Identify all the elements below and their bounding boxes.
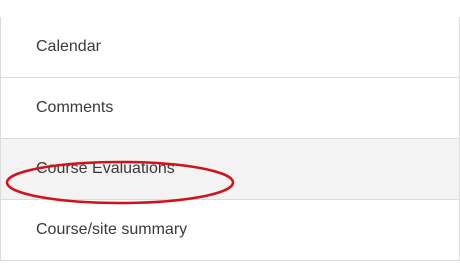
menu-item-comments[interactable]: Comments [1,78,459,139]
page: Calendar Comments Course Evaluations Cou… [0,0,460,279]
menu-item-label: Comments [36,99,114,116]
navigation-menu: Calendar Comments Course Evaluations Cou… [0,17,460,261]
menu-item-course-evaluations[interactable]: Course Evaluations [1,139,459,200]
menu-item-label: Calendar [36,38,101,55]
menu-item-calendar[interactable]: Calendar [1,17,459,78]
menu-item-course-site-summary[interactable]: Course/site summary [1,200,459,261]
menu-item-label: Course/site summary [36,221,188,238]
top-menu-strip [0,0,460,18]
menu-item-label: Course Evaluations [36,160,175,177]
